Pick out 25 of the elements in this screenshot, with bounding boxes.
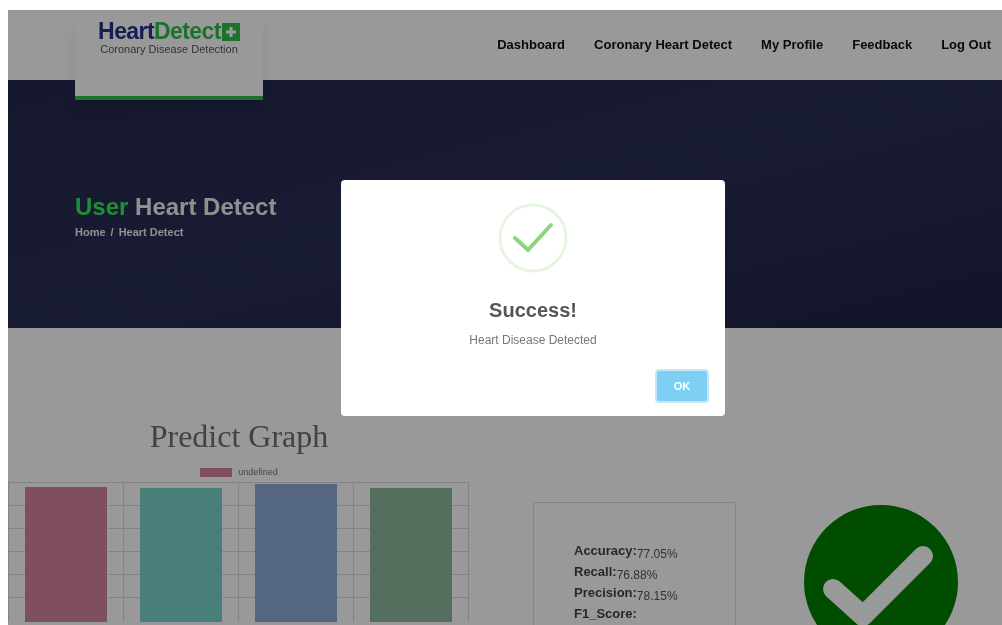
nav-link[interactable]: My Profile (761, 35, 824, 55)
metric-label: Accuracy: (574, 542, 637, 560)
metric-value: 76.88% (616, 568, 658, 584)
metric-value: 77.05% (636, 547, 678, 563)
breadcrumb-link[interactable]: Home (75, 224, 106, 241)
legend-swatch-icon (200, 468, 233, 478)
breadcrumb-current: Heart Detect (118, 225, 184, 240)
nav-link[interactable]: Coronary Heart Detect (594, 35, 733, 55)
metric-label: Recall: (574, 563, 617, 581)
nav-link[interactable]: Dashboard (497, 35, 566, 55)
graph-title: Predict Graph (149, 417, 329, 456)
logo-tagline: Coronary Disease Detection (100, 43, 238, 57)
nav-link[interactable]: Log Out (941, 35, 991, 55)
metric-label: Precision: (574, 584, 637, 602)
logo-title: HeartDetect (98, 20, 221, 43)
dialog-title: Success! (489, 298, 577, 323)
metric-label: F1_Score: (574, 605, 637, 623)
success-check-icon (498, 203, 568, 273)
metric-value: 78.15% (636, 589, 678, 605)
dialog-message: Heart Disease Detected (469, 332, 597, 349)
legend-label: undefined (238, 466, 278, 479)
breadcrumb-separator: / (110, 225, 114, 240)
hero-title: User Heart Detect (75, 192, 278, 222)
plus-icon (221, 22, 240, 41)
nav-link[interactable]: Feedback (852, 35, 913, 55)
